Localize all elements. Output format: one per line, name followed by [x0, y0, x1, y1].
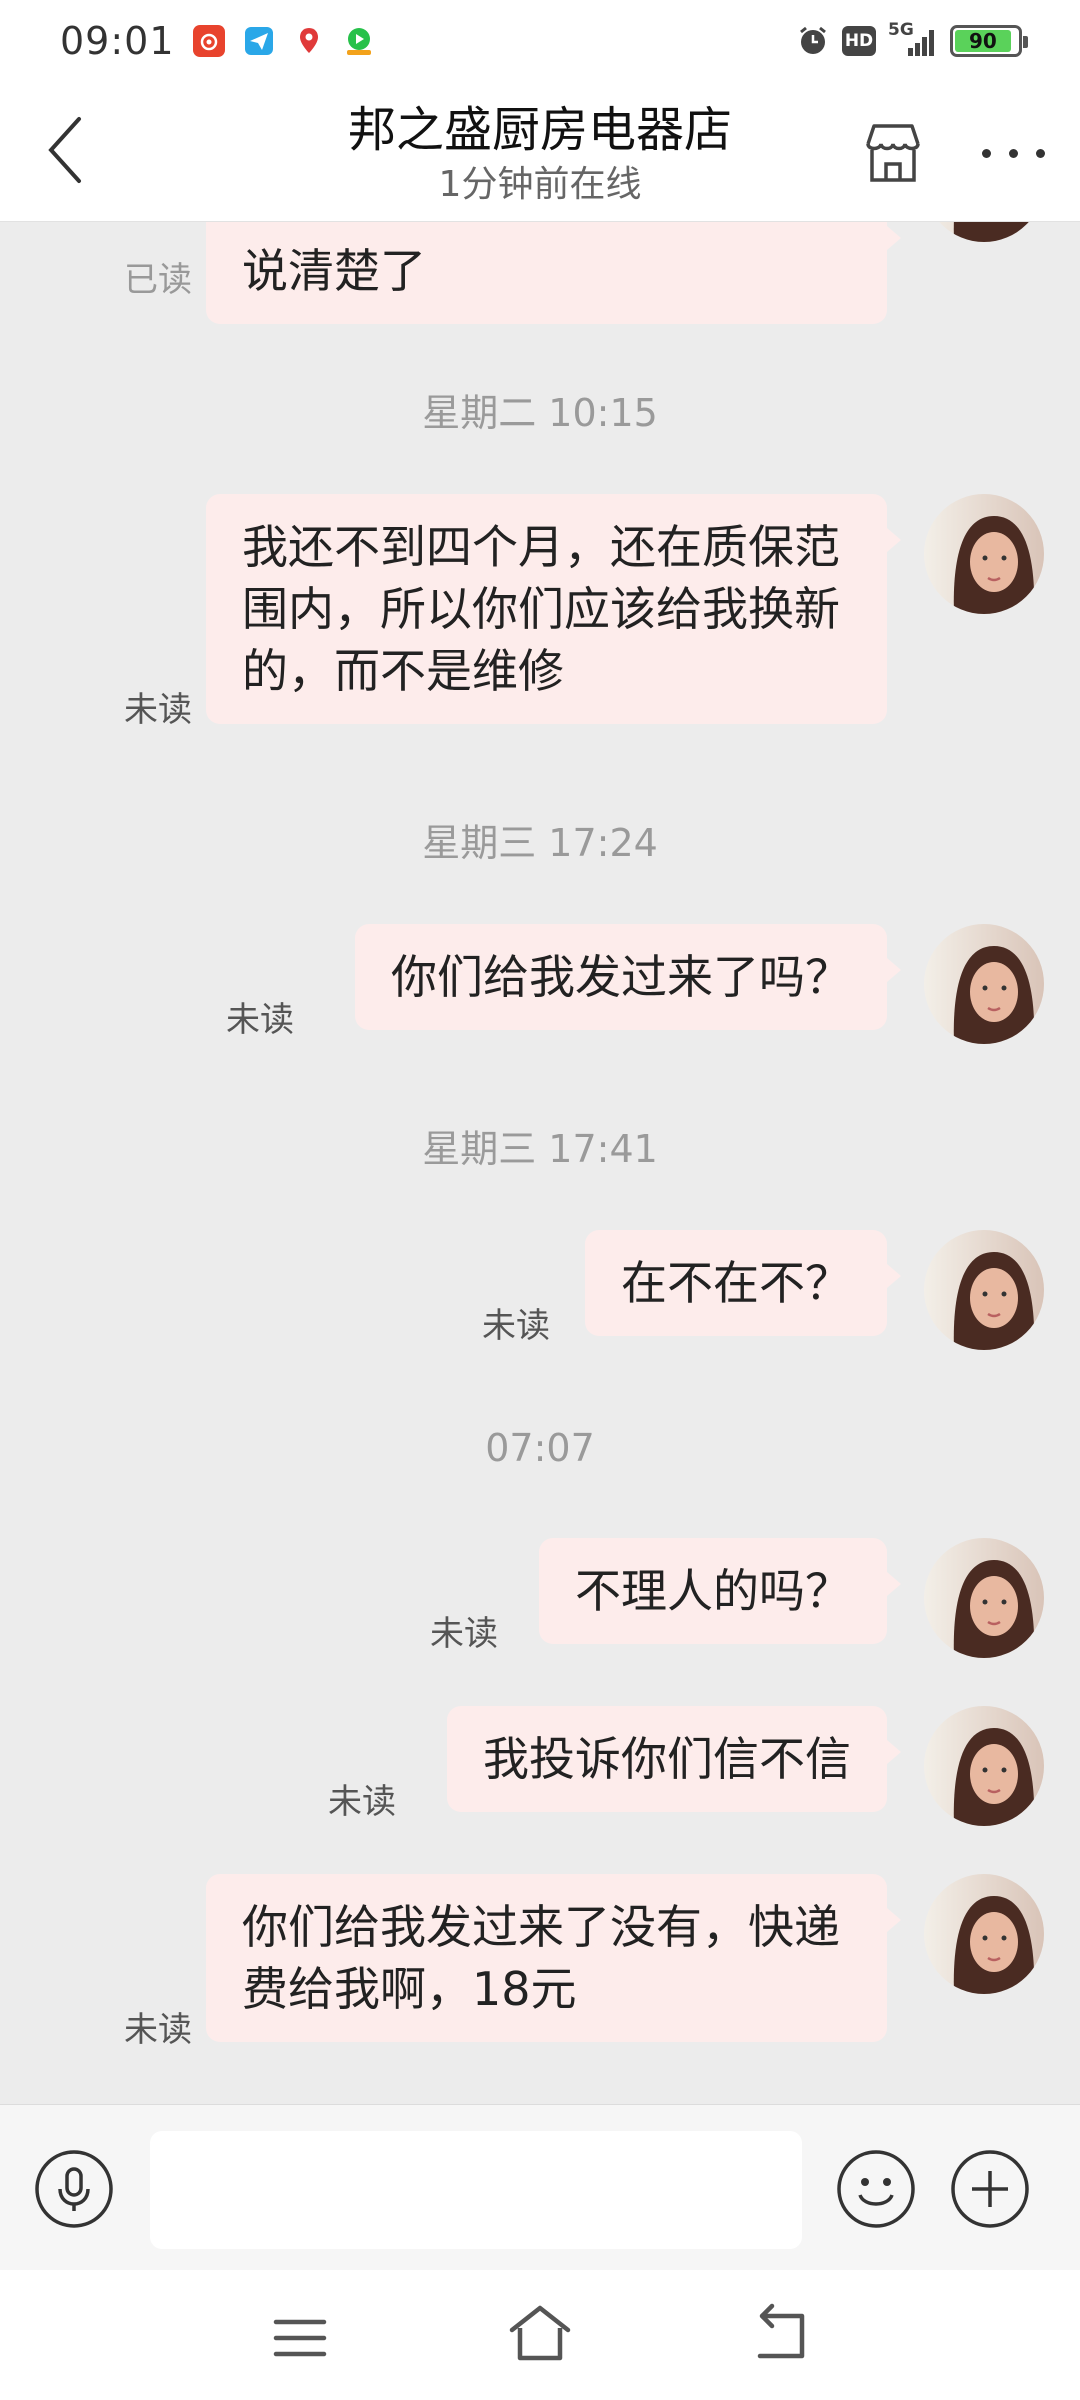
- status-time: 09:01: [60, 19, 175, 63]
- nav-menu-button[interactable]: [262, 2308, 338, 2368]
- hd-badge: HD: [842, 26, 876, 56]
- read-status: 已读: [124, 260, 192, 300]
- read-status: 未读: [482, 1306, 550, 1346]
- message-bubble[interactable]: 说清楚了: [206, 222, 901, 324]
- avatar[interactable]: [924, 1230, 1044, 1350]
- read-status: 未读: [226, 1000, 294, 1040]
- message-text: 说清楚了: [242, 244, 426, 298]
- more-dot: [1035, 148, 1045, 158]
- timestamp: 星期三 17:41: [422, 1127, 658, 1171]
- message-text: 你们给我发过来了没有，快递费给我啊，18元: [242, 1900, 840, 2016]
- message-bubble[interactable]: 不理人的吗？: [539, 1538, 901, 1644]
- video-app-icon: [343, 25, 375, 57]
- nav-home-button[interactable]: [502, 2300, 578, 2370]
- read-status: 未读: [430, 1614, 498, 1654]
- microphone-icon: [35, 2150, 113, 2228]
- chat-header: 邦之盛厨房电器店 1分钟前在线: [0, 82, 1080, 222]
- avatar[interactable]: [924, 1538, 1044, 1658]
- more-button[interactable]: [958, 118, 1068, 188]
- page-title: 邦之盛厨房电器店: [347, 102, 732, 158]
- more-actions-button[interactable]: [950, 2149, 1030, 2229]
- online-status: 1分钟前在线: [438, 164, 642, 205]
- signal-icon: 5G: [888, 20, 938, 58]
- avatar[interactable]: [924, 1874, 1044, 1994]
- message-bubble[interactable]: 在不在不？: [585, 1230, 901, 1336]
- battery-level: 90: [955, 29, 1011, 53]
- timestamp: 星期二 10:15: [422, 391, 658, 435]
- title-block: 邦之盛厨房电器店 1分钟前在线: [200, 98, 880, 208]
- timestamp: 星期三 17:24: [422, 821, 658, 865]
- menu-icon: [273, 2319, 327, 2357]
- status-bar: 09:01 HD 5G 90: [0, 0, 1080, 82]
- home-icon: [509, 2305, 571, 2361]
- nav-back-button[interactable]: [742, 2302, 818, 2368]
- paper-plane-icon: [243, 25, 275, 57]
- avatar[interactable]: [924, 494, 1044, 614]
- voice-button[interactable]: [34, 2149, 114, 2229]
- read-status: 未读: [124, 2010, 192, 2050]
- map-pin-icon: [293, 25, 325, 57]
- message-bubble[interactable]: 你们给我发过来了吗？: [355, 924, 901, 1030]
- message-bubble[interactable]: 我投诉你们信不信: [447, 1706, 901, 1812]
- alarm-icon: [796, 24, 830, 58]
- message-bubble[interactable]: 你们给我发过来了没有，快递费给我啊，18元: [206, 1874, 901, 2042]
- read-status: 未读: [328, 1782, 396, 1822]
- weibo-icon: [192, 25, 225, 57]
- input-bar: [0, 2104, 1080, 2270]
- status-left: 09:01: [60, 19, 375, 63]
- avatar[interactable]: [924, 924, 1044, 1044]
- store-icon: [866, 124, 920, 182]
- avatar[interactable]: [924, 1706, 1044, 1826]
- more-dot: [1008, 148, 1018, 158]
- back-button[interactable]: [30, 100, 100, 200]
- read-status: 未读: [124, 690, 192, 730]
- timestamp: 07:07: [485, 1426, 595, 1470]
- status-right: HD 5G 90: [796, 20, 1028, 58]
- smiley-icon: [837, 2150, 915, 2228]
- system-nav-bar: [0, 2270, 1080, 2400]
- message-text: 我投诉你们信不信: [483, 1732, 851, 1786]
- message-text: 我还不到四个月，还在质保范围内，所以你们应该给我换新的，而不是维修: [242, 520, 840, 698]
- message-text: 不理人的吗？: [575, 1564, 851, 1618]
- battery-icon: 90: [950, 25, 1028, 57]
- plus-icon: [951, 2150, 1029, 2228]
- message-text: 在不在不？: [621, 1256, 851, 1310]
- message-text: 你们给我发过来了吗？: [391, 950, 851, 1004]
- message-bubble[interactable]: 我还不到四个月，还在质保范围内，所以你们应该给我换新的，而不是维修: [206, 494, 901, 724]
- avatar[interactable]: [924, 222, 1044, 242]
- message-input[interactable]: [150, 2131, 802, 2249]
- chat-list[interactable]: 说清楚了 已读 星期二 10:15 我还不到四个月，还在质保范围内，所以你们应该…: [0, 222, 1080, 2104]
- more-dot: [981, 148, 991, 158]
- emoji-button[interactable]: [836, 2149, 916, 2229]
- chevron-left-icon: [48, 117, 81, 183]
- shop-button[interactable]: [856, 116, 930, 190]
- back-arrow-icon: [757, 2303, 805, 2359]
